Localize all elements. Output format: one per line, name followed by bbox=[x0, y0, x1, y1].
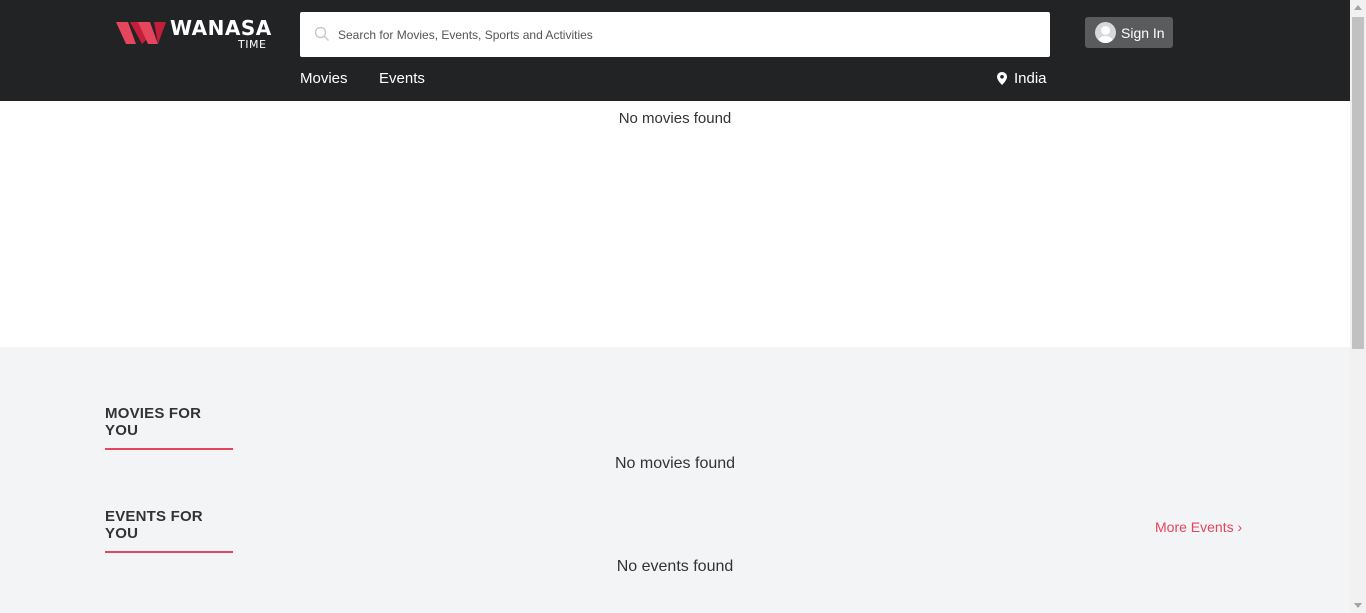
movies-for-you-heading: MOVIES FOR YOU bbox=[105, 405, 233, 450]
movies-empty-message: No movies found bbox=[614, 455, 736, 472]
location-label: India bbox=[1014, 70, 1047, 87]
nav-movies[interactable]: Movies bbox=[300, 70, 348, 87]
brand-logo[interactable]: WANASA TIME bbox=[116, 18, 271, 52]
map-pin-icon bbox=[997, 72, 1007, 85]
sign-in-label: Sign In bbox=[1121, 24, 1165, 41]
wanasa-logo-icon bbox=[116, 22, 166, 44]
user-avatar-icon bbox=[1095, 22, 1116, 43]
nav-events[interactable]: Events bbox=[379, 70, 425, 87]
location-selector[interactable]: India bbox=[997, 70, 1047, 87]
search-icon bbox=[314, 26, 329, 41]
events-for-you-heading: EVENTS FOR YOU bbox=[105, 508, 233, 553]
scroll-thumb[interactable] bbox=[1352, 17, 1364, 349]
sign-in-button[interactable]: Sign In bbox=[1085, 17, 1173, 48]
scroll-up-arrow-icon[interactable] bbox=[1354, 5, 1362, 10]
top-empty-message: No movies found bbox=[618, 110, 732, 127]
top-header: WANASA TIME Sign In Movies Events India bbox=[0, 0, 1350, 101]
more-events-link[interactable]: More Events › bbox=[1155, 519, 1242, 535]
events-empty-message: No events found bbox=[616, 558, 734, 575]
brand-name: WANASA bbox=[170, 16, 272, 40]
brand-subtitle: TIME bbox=[238, 38, 267, 51]
search-input[interactable] bbox=[338, 12, 1038, 57]
search-bar bbox=[300, 12, 1050, 57]
scroll-down-arrow-icon[interactable] bbox=[1354, 603, 1362, 608]
vertical-scrollbar[interactable] bbox=[1350, 0, 1366, 613]
recommendations-section: MOVIES FOR YOU No movies found EVENTS FO… bbox=[0, 347, 1350, 613]
